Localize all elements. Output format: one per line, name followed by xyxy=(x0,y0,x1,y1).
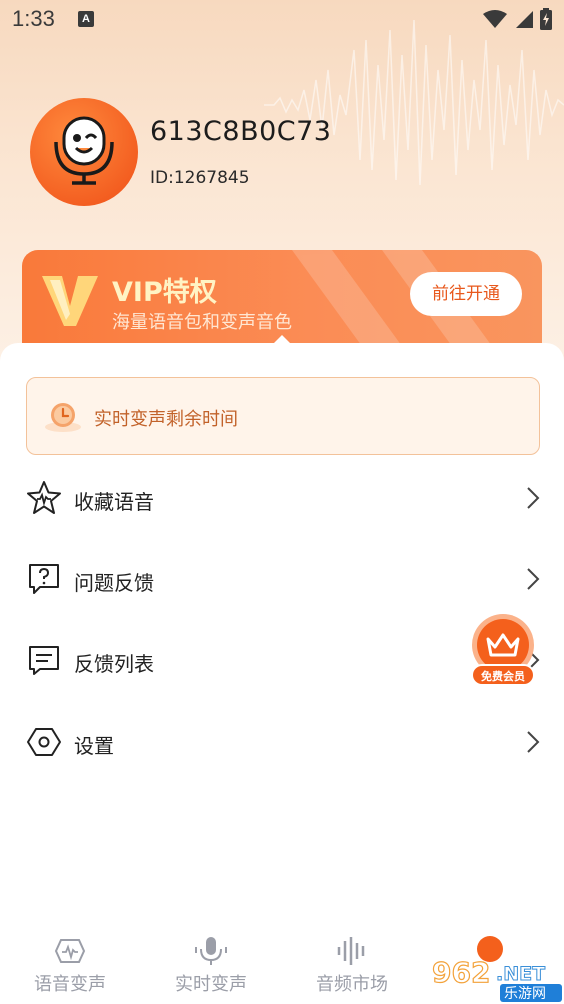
site-watermark: 962 .NET 乐游网 xyxy=(431,955,562,1002)
voice-monitor-icon xyxy=(54,939,86,963)
vip-v-logo-icon xyxy=(42,276,98,326)
chevron-right-icon xyxy=(527,487,540,509)
tab-audio-market[interactable]: 音频市场 xyxy=(292,930,412,996)
tab-voice-change[interactable]: 语音变声 xyxy=(10,930,130,996)
tab-realtime-voice[interactable]: 实时变声 xyxy=(151,930,271,996)
question-chat-icon xyxy=(29,564,59,594)
username: 613C8B0C73 xyxy=(150,116,332,147)
nav-label: 语音变声 xyxy=(34,974,106,995)
menu-label: 问题反馈 xyxy=(74,571,154,595)
menu-label: 反馈列表 xyxy=(74,652,154,676)
nav-label: 实时变声 xyxy=(175,974,247,995)
menu-label: 设置 xyxy=(74,734,114,758)
message-list-icon xyxy=(29,646,59,675)
nav-label: 音频市场 xyxy=(316,974,388,995)
audio-bars-icon xyxy=(337,937,365,965)
menu-item-favorites[interactable]: 收藏语音 xyxy=(0,458,564,538)
star-wave-icon xyxy=(27,481,61,514)
watermark-net: .NET xyxy=(496,963,545,985)
menu-label: 收藏语音 xyxy=(74,490,154,514)
status-time: 1:33 xyxy=(12,6,55,31)
user-id: ID:1267845 xyxy=(150,168,250,188)
menu-item-settings[interactable]: 设置 xyxy=(0,702,564,782)
vip-subtitle: 海量语音包和变声音色 xyxy=(112,312,292,333)
avatar[interactable] xyxy=(30,98,138,206)
watermark-number: 962 xyxy=(432,956,490,989)
chevron-right-icon xyxy=(527,568,540,590)
signal-icon xyxy=(516,11,533,28)
vip-title: VIP特权 xyxy=(112,277,217,308)
status-bar: 1:33 A xyxy=(0,0,564,40)
battery-icon xyxy=(540,8,552,30)
notification-icon: A xyxy=(78,11,94,27)
clock-icon xyxy=(45,403,81,432)
chevron-right-icon xyxy=(527,731,540,753)
vip-open-button[interactable]: 前往开通 xyxy=(410,272,522,316)
microphone-mascot-icon xyxy=(54,116,114,185)
watermark-site: 乐游网 xyxy=(504,986,546,1002)
free-vip-floating-button[interactable]: 免费会员 xyxy=(470,613,536,689)
free-vip-label: 免费会员 xyxy=(481,670,525,683)
menu-item-feedback[interactable]: 问题反馈 xyxy=(0,539,564,619)
timer-label: 实时变声剩余时间 xyxy=(94,409,238,430)
microphone-icon xyxy=(195,937,227,965)
realtime-remaining-time[interactable]: 实时变声剩余时间 xyxy=(26,377,540,455)
hexagon-settings-icon xyxy=(27,728,61,756)
wifi-icon xyxy=(483,10,507,28)
